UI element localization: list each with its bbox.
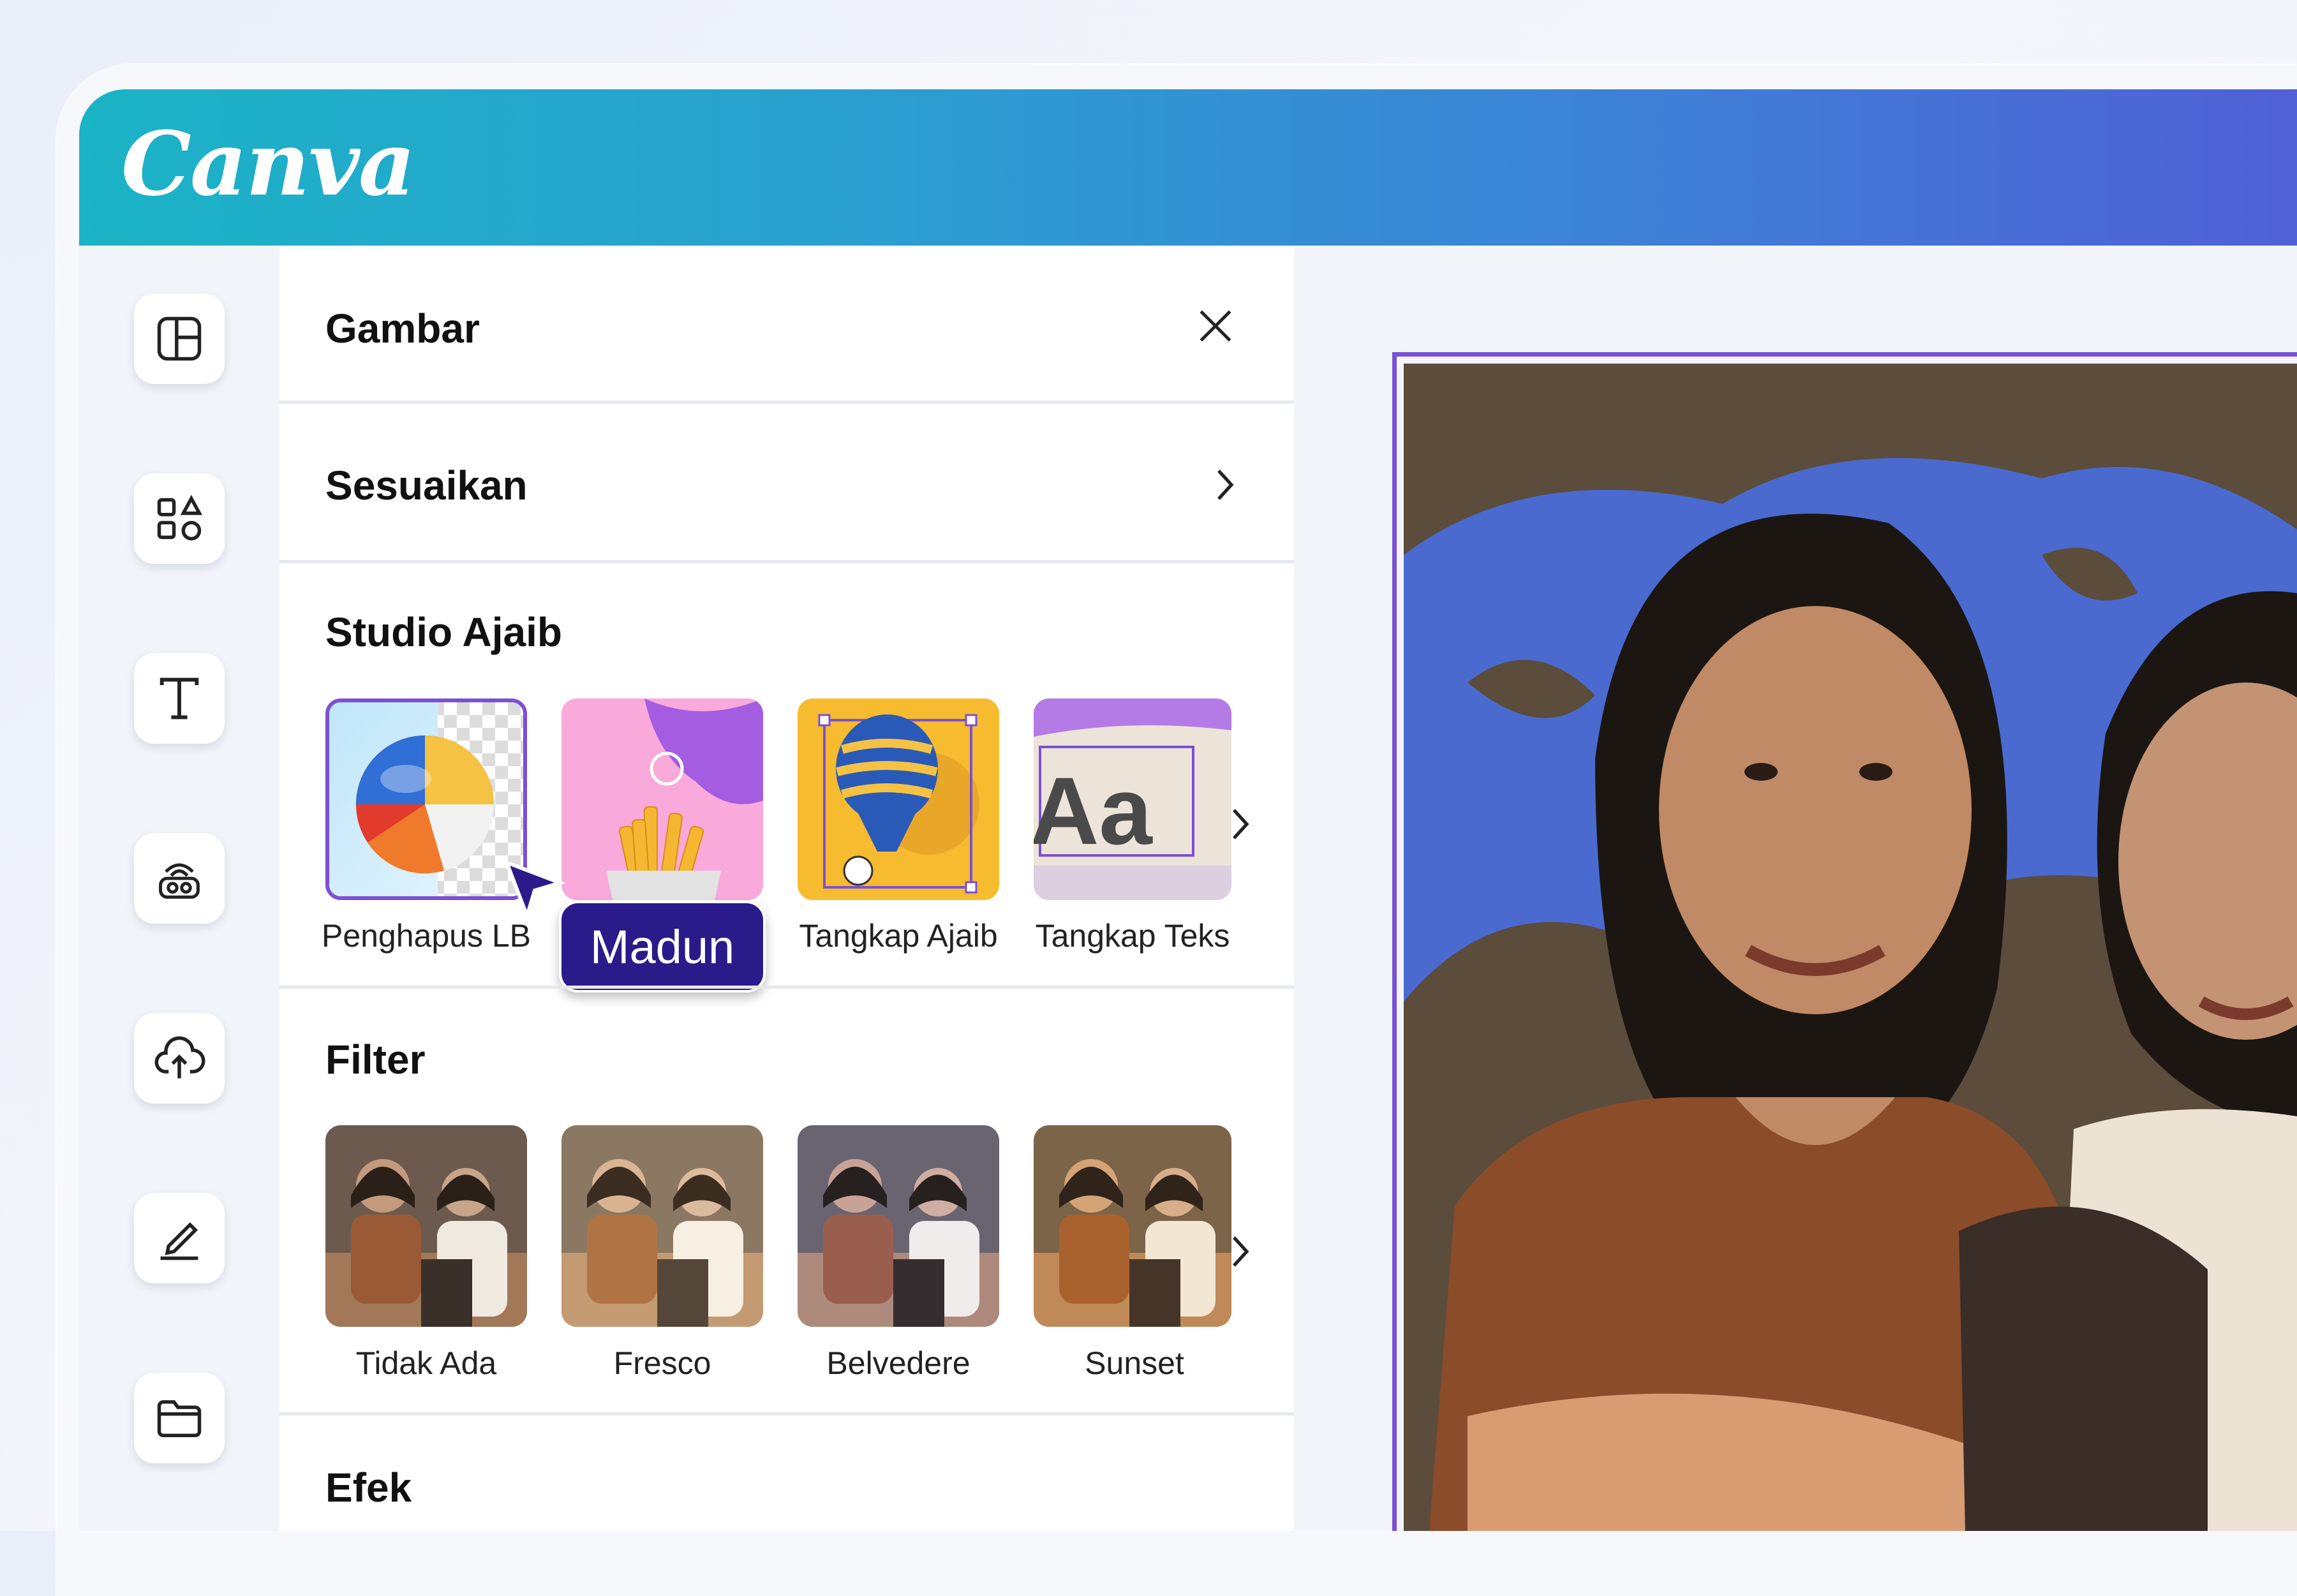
- effects-heading: Efek: [325, 1465, 412, 1511]
- elements-icon: [157, 494, 203, 541]
- tile-sample-text: Aa: [1034, 757, 1152, 864]
- filter-thumbnail: [561, 1125, 763, 1327]
- fries-illustration: [561, 698, 763, 900]
- folder-icon: [157, 1400, 202, 1438]
- canva-logo[interactable]: Canva: [121, 112, 415, 216]
- grab-text-tile[interactable]: Aa: [1034, 698, 1231, 900]
- upload-icon: [154, 1036, 205, 1079]
- upload-button[interactable]: [134, 1013, 225, 1104]
- filter-thumbnail: [798, 1125, 999, 1327]
- divider: [279, 560, 1294, 563]
- magic-grab-tile[interactable]: [798, 698, 999, 900]
- filter-thumbnail: [325, 1125, 527, 1327]
- design-button[interactable]: [134, 293, 225, 384]
- chevron-right-icon[interactable]: [1226, 805, 1254, 843]
- draw-button[interactable]: [134, 1193, 225, 1283]
- chevron-right-icon[interactable]: [1226, 1232, 1254, 1271]
- tile-tooltip: Madun: [559, 901, 766, 993]
- canvas-photo[interactable]: [1404, 364, 2297, 1531]
- adjust-label: Sesuaikan: [325, 462, 528, 508]
- filter-tile[interactable]: [1034, 1125, 1231, 1327]
- divider: [279, 986, 1294, 989]
- filter-label: Belvedere: [826, 1345, 970, 1381]
- filter-heading: Filter: [325, 1037, 426, 1082]
- draw-icon: [160, 1222, 198, 1260]
- projects-button[interactable]: [134, 1373, 225, 1463]
- filter-tile[interactable]: [325, 1125, 527, 1327]
- close-icon[interactable]: [1196, 306, 1235, 346]
- cursor-icon: [503, 859, 565, 921]
- filter-label: Sunset: [1085, 1345, 1184, 1381]
- magic-edit-tile[interactable]: [561, 698, 763, 900]
- text-icon: [160, 677, 199, 720]
- layout-icon: [157, 316, 202, 361]
- beach-ball-illustration: [329, 702, 523, 896]
- filter-tile[interactable]: [561, 1125, 763, 1327]
- chevron-right-icon: [1217, 469, 1234, 500]
- tile-label: Penghapus LB: [321, 918, 532, 954]
- tile-label: Tangkap Teks: [1035, 918, 1230, 954]
- two-women-photo: [1404, 364, 2297, 1531]
- text-button[interactable]: [134, 653, 225, 744]
- panel-title: Gambar: [325, 306, 480, 351]
- filter-label: Fresco: [613, 1345, 711, 1381]
- bg-remover-tile[interactable]: [325, 698, 527, 900]
- tile-label: Tangkap Ajaib: [799, 918, 998, 954]
- filter-tile[interactable]: [798, 1125, 999, 1327]
- brand-icon: [159, 863, 200, 899]
- elements-button[interactable]: [134, 473, 225, 564]
- divider: [279, 1412, 1294, 1415]
- brand-button[interactable]: [134, 833, 225, 924]
- hot-air-balloon-illustration: [798, 698, 999, 900]
- filter-thumbnail: [1034, 1125, 1231, 1327]
- filter-label: Tidak Ada: [355, 1345, 497, 1381]
- magic-studio-heading: Studio Ajaib: [325, 609, 562, 655]
